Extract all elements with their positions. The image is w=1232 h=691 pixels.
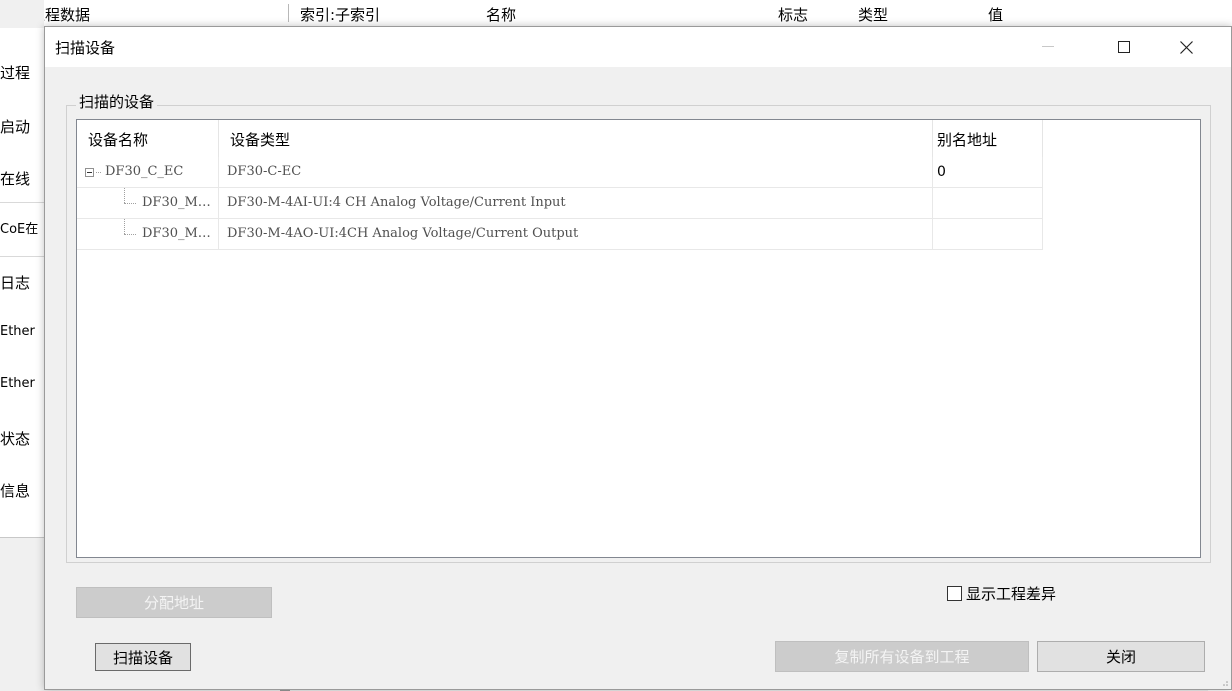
column-header-flags[interactable]: 标志 xyxy=(778,4,808,25)
sidebar-item-log[interactable]: 日志 xyxy=(0,272,44,293)
tree-connector xyxy=(124,188,125,203)
device-list-header: 设备名称 设备类型 别名地址 xyxy=(77,120,1043,157)
device-name: DF30_C_EC xyxy=(105,164,184,179)
tree-connector xyxy=(124,219,125,234)
column-device-type[interactable]: 设备类型 xyxy=(219,120,933,157)
device-row[interactable]: DF30_C_EC DF30-C-EC 0 xyxy=(77,157,1043,188)
device-name: DF30_M… xyxy=(142,195,211,210)
column-alias-address[interactable]: 别名地址 xyxy=(933,120,1043,157)
scan-devices-button[interactable]: 扫描设备 xyxy=(95,643,191,671)
tree-connector xyxy=(96,172,101,173)
show-project-diff-option[interactable]: 显示工程差异 xyxy=(947,583,1056,604)
device-row[interactable]: DF30_M… DF30-M-4AO-UI:4CH Analog Voltage… xyxy=(77,219,1043,250)
dialog-title: 扫描设备 xyxy=(55,39,116,57)
sidebar-item-ethercat-1[interactable]: Ether xyxy=(0,324,44,339)
close-window-button[interactable] xyxy=(1163,27,1209,67)
sidebar-item-coe-online[interactable]: CoE在 xyxy=(0,218,44,237)
sidebar-item-online[interactable]: 在线 xyxy=(0,168,44,189)
device-name-cell: DF30_C_EC xyxy=(77,157,219,187)
tree-connector xyxy=(124,203,136,204)
column-header-name[interactable]: 名称 xyxy=(486,4,516,25)
sidebar-item-startup[interactable]: 启动 xyxy=(0,116,44,137)
close-icon xyxy=(1179,40,1193,54)
device-type-cell: DF30-C-EC xyxy=(219,157,933,187)
scan-devices-dialog: 扫描设备 扫描的设备 设备名称 设备类型 别名地址 DF30_C_EC DF30… xyxy=(44,26,1232,690)
device-name-cell: DF30_M… xyxy=(77,219,219,249)
column-header-index[interactable]: 索引:子索引 xyxy=(300,4,380,25)
device-list[interactable]: 设备名称 设备类型 别名地址 DF30_C_EC DF30-C-EC 0 DF3… xyxy=(76,119,1201,558)
sidebar-item-ethercat-2[interactable]: Ether xyxy=(0,376,44,391)
device-name-cell: DF30_M… xyxy=(77,188,219,218)
column-header-type[interactable]: 类型 xyxy=(858,4,888,25)
alias-address-cell: 0 xyxy=(933,157,1043,187)
show-project-diff-label: 显示工程差异 xyxy=(966,585,1057,603)
assign-address-button[interactable]: 分配地址 xyxy=(76,587,272,618)
alias-address-cell xyxy=(933,219,1043,249)
tree-connector xyxy=(124,234,136,235)
device-name: DF30_M… xyxy=(142,226,211,241)
device-type-cell: DF30-M-4AO-UI:4CH Analog Voltage/Current… xyxy=(219,219,933,249)
show-project-diff-checkbox[interactable] xyxy=(947,586,962,601)
sidebar-item-status[interactable]: 状态 xyxy=(0,428,44,449)
resize-grip-icon[interactable] xyxy=(1219,677,1229,687)
column-header-value[interactable]: 值 xyxy=(988,4,1003,25)
background-table-header: 专家过程数据 索引:子索引 名称 标志 类型 值 xyxy=(0,0,1232,28)
minimize-icon xyxy=(1042,46,1054,47)
close-button[interactable]: 关闭 xyxy=(1037,641,1205,672)
device-row[interactable]: DF30_M… DF30-M-4AI-UI:4 CH Analog Voltag… xyxy=(77,188,1043,219)
background-sidebar: 过程 启动 在线 CoE在 日志 Ether Ether 状态 信息 xyxy=(0,0,44,691)
collapse-icon[interactable] xyxy=(85,168,94,177)
alias-address-cell xyxy=(933,188,1043,218)
column-separator xyxy=(288,4,289,22)
maximize-button[interactable] xyxy=(1101,27,1147,67)
scanned-devices-group-label: 扫描的设备 xyxy=(76,91,158,112)
maximize-icon xyxy=(1118,41,1130,53)
minimize-button[interactable] xyxy=(1025,27,1071,67)
dialog-titlebar[interactable]: 扫描设备 xyxy=(45,27,1231,67)
device-type-cell: DF30-M-4AI-UI:4 CH Analog Voltage/Curren… xyxy=(219,188,933,218)
copy-all-devices-button[interactable]: 复制所有设备到工程 xyxy=(775,641,1029,672)
sidebar-item-process[interactable]: 过程 xyxy=(0,62,44,83)
column-device-name[interactable]: 设备名称 xyxy=(77,120,219,157)
sidebar-item-info[interactable]: 信息 xyxy=(0,480,44,501)
